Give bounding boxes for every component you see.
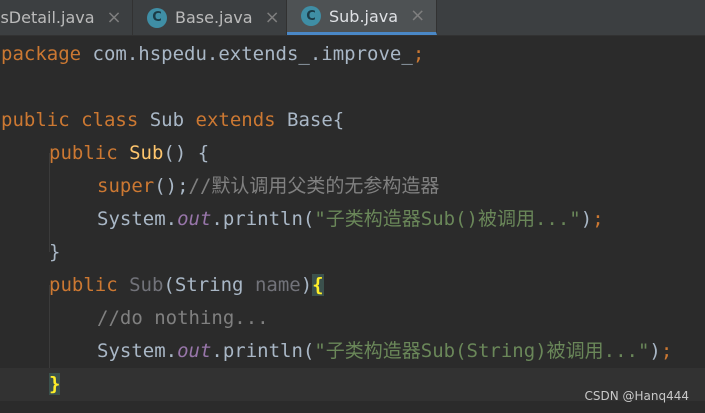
param-type: (String xyxy=(163,274,255,296)
tab-base-java[interactable]: C Base.java × xyxy=(133,0,287,35)
code-line-class-decl[interactable]: public class Sub extends Base{ xyxy=(1,104,344,137)
close-icon[interactable]: × xyxy=(410,7,425,25)
keyword: public xyxy=(1,109,70,131)
system-ref: System. xyxy=(97,340,178,362)
semicolon: ; xyxy=(412,43,425,65)
static-field: out xyxy=(177,208,212,230)
tab-label: Base.java xyxy=(175,8,253,27)
system-ref: System. xyxy=(97,208,178,230)
method-call: .println( xyxy=(211,340,315,362)
keyword: public xyxy=(49,274,118,296)
paren: ) xyxy=(300,274,313,296)
keyword: package xyxy=(1,43,82,65)
paren: ) xyxy=(580,208,593,230)
code-line-println[interactable]: System.out.println("子类构造器Sub()被调用..."); xyxy=(97,203,604,236)
punct: (); xyxy=(154,175,189,197)
semicolon: ; xyxy=(660,340,673,362)
tab-lsdetail-java[interactable]: lsDetail.java × xyxy=(0,0,133,35)
tab-label: lsDetail.java xyxy=(0,8,95,27)
string-literal: "子类构造器Sub(String)被调用..." xyxy=(314,340,650,362)
java-class-icon: C xyxy=(147,7,167,28)
class-name: Sub xyxy=(138,109,196,131)
constructor-name: Sub xyxy=(129,274,164,296)
comment: //默认调用父类的无参构造器 xyxy=(188,175,440,197)
keyword: public xyxy=(49,142,118,164)
paren: ) xyxy=(649,340,661,362)
tab-sub-java[interactable]: C Sub.java × xyxy=(287,0,437,35)
string-literal: "子类构造器Sub()被调用..." xyxy=(314,208,581,230)
code-line-constructor-string[interactable]: public Sub(String name){ xyxy=(49,269,324,302)
semicolon: ; xyxy=(592,208,604,230)
constructor-name: Sub xyxy=(129,142,164,164)
superclass: Base{ xyxy=(275,109,345,131)
close-icon[interactable]: × xyxy=(265,8,280,27)
method-call: .println( xyxy=(211,208,315,230)
java-class-icon: C xyxy=(301,6,321,26)
code-line-super-call[interactable]: super();//默认调用父类的无参构造器 xyxy=(97,170,439,203)
close-icon[interactable]: × xyxy=(107,8,122,27)
tab-label: Sub.java xyxy=(329,6,399,26)
matched-brace: } xyxy=(49,373,61,395)
keyword: super xyxy=(97,175,155,197)
brace: } xyxy=(49,241,61,263)
code-editor[interactable]: package com.hspedu.extends_.improve_; pu… xyxy=(0,36,705,413)
matched-brace: { xyxy=(312,274,324,296)
static-field: out xyxy=(177,340,212,362)
keyword: extends xyxy=(195,109,276,131)
code-line-comment[interactable]: //do nothing... xyxy=(97,302,269,335)
code-line-package[interactable]: package com.hspedu.extends_.improve_; xyxy=(1,38,424,71)
params: () { xyxy=(163,142,210,164)
watermark: CSDN @Hanq444 xyxy=(584,389,689,403)
code-line-constructor[interactable]: public Sub() { xyxy=(49,137,209,170)
code-line-close-brace[interactable]: } xyxy=(49,236,60,269)
editor-tab-bar: lsDetail.java × C Base.java × C Sub.java… xyxy=(0,0,705,36)
comment: //do nothing... xyxy=(97,307,269,329)
param-name: name xyxy=(254,274,301,296)
package-name: com.hspedu.extends_.improve_ xyxy=(81,43,413,65)
keyword: class xyxy=(81,109,139,131)
code-line-println[interactable]: System.out.println("子类构造器Sub(String)被调用.… xyxy=(97,335,672,368)
